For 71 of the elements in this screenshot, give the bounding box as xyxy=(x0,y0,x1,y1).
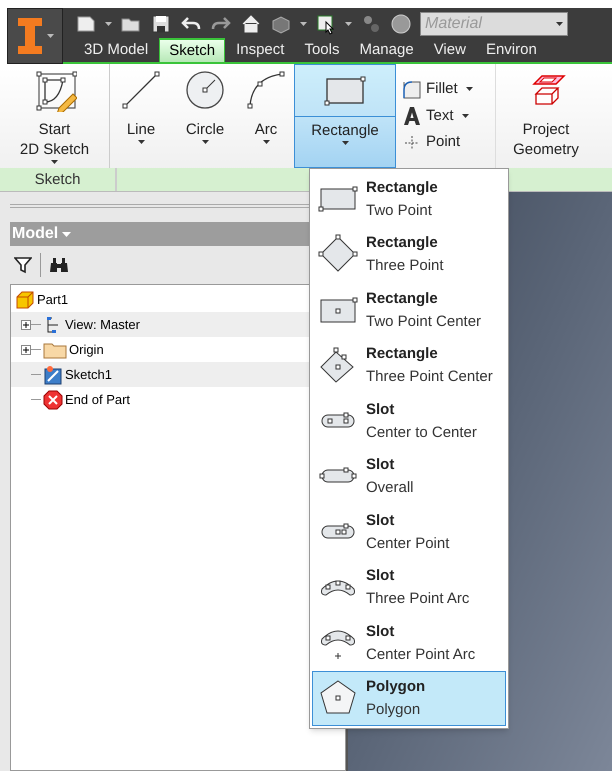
home-icon[interactable] xyxy=(240,13,262,35)
tree-item[interactable]: End of Part xyxy=(65,390,130,410)
ribbon-button[interactable]: Rectangle xyxy=(294,64,396,168)
ribbon-button[interactable]: Line xyxy=(110,64,172,168)
caret-icon xyxy=(62,232,72,236)
expand-icon[interactable] xyxy=(21,344,31,354)
app-menu-button[interactable] xyxy=(7,8,63,64)
binoculars-icon[interactable] xyxy=(49,257,69,273)
menu-item[interactable]: Polygon Polygon xyxy=(312,670,506,726)
menu-item-subtitle: Two Point xyxy=(366,200,433,221)
slot-icon xyxy=(318,467,358,486)
menu-item[interactable]: Rectangle Three Point Center xyxy=(312,338,506,393)
ribbon-tab[interactable]: View xyxy=(424,38,475,62)
ribbon-tab[interactable]: Tools xyxy=(295,38,348,62)
caret-icon xyxy=(105,22,112,26)
tree-item[interactable]: Part1 xyxy=(37,290,68,310)
globe-icon[interactable] xyxy=(390,13,412,35)
menu-item-subtitle: Polygon xyxy=(366,700,422,720)
menu-item[interactable]: Slot Center Point xyxy=(312,504,506,560)
diamond-icon xyxy=(318,234,358,274)
menu-item[interactable]: Rectangle Two Point Center xyxy=(312,282,506,338)
ribbon-button[interactable]: Circle xyxy=(172,64,238,168)
ribbon-tab[interactable]: 3D Model xyxy=(75,38,158,62)
ribbon-tab[interactable]: Manage xyxy=(350,38,423,62)
ribbon-tab[interactable]: Sketch xyxy=(159,38,226,62)
ribbon-button[interactable]: Project Geometry xyxy=(496,64,596,168)
ribbon-tab[interactable]: Environ xyxy=(476,38,546,62)
menu-item-title: Rectangle xyxy=(366,178,438,198)
menu-item-subtitle: Three Point xyxy=(366,256,444,276)
menu-item[interactable]: Slot Center to Center xyxy=(312,393,506,448)
filter-icon[interactable] xyxy=(14,256,32,274)
tree-item[interactable]: Origin xyxy=(69,340,104,360)
menu-item-subtitle: Overall xyxy=(366,478,414,498)
menu-item-subtitle: Two Point Center xyxy=(366,312,482,332)
stop-icon xyxy=(43,390,63,410)
menu-item-subtitle: Three Point Arc xyxy=(366,589,470,610)
menu-item-title: Rectangle xyxy=(366,288,439,309)
tree-item[interactable]: Sketch1 xyxy=(65,364,112,384)
menu-item-title: Slot xyxy=(366,455,396,476)
ribbon-small-button[interactable]: Point xyxy=(402,131,489,154)
ribbon-button[interactable]: Arc xyxy=(238,64,294,168)
caret-icon xyxy=(300,22,307,26)
select-icon[interactable] xyxy=(315,13,337,35)
menu-item-title: Slot xyxy=(366,622,396,642)
sketch-icon xyxy=(43,364,63,384)
tree-item[interactable]: View: Master xyxy=(65,314,140,334)
menu-item-subtitle: Center to Center xyxy=(366,422,477,443)
menu-item-title: Slot xyxy=(366,400,396,420)
menu-item-title: Rectangle xyxy=(366,344,439,364)
menu-item-title: Polygon xyxy=(366,677,426,698)
menu-item[interactable]: Slot Center Point Arc xyxy=(312,615,506,670)
menu-item[interactable]: Slot Overall xyxy=(312,448,506,504)
caret-icon xyxy=(345,22,352,26)
menu-item[interactable]: Slot Three Point Arc xyxy=(312,560,506,615)
fillet-icon xyxy=(402,80,422,100)
cube-icon xyxy=(15,290,35,310)
text-tool-icon xyxy=(402,106,422,126)
ribbon-tab[interactable]: Inspect xyxy=(227,38,294,62)
menu-item-subtitle: Center Point Arc xyxy=(366,644,476,665)
logo-icon xyxy=(16,17,42,55)
menu-item-title: Slot xyxy=(366,510,396,531)
ribbon-small-button[interactable]: Fillet xyxy=(402,78,489,101)
menu-item-title: Rectangle xyxy=(366,233,439,254)
ribbon-small-button[interactable]: Text xyxy=(402,104,489,128)
menu-item-title: Slot xyxy=(366,566,396,586)
caret-icon xyxy=(556,22,563,26)
caret-icon xyxy=(46,34,54,38)
menu-item-subtitle: Center Point xyxy=(366,534,450,554)
save-icon[interactable] xyxy=(150,13,172,35)
menu-item-subtitle: Three Point Center xyxy=(366,367,493,388)
expand-icon[interactable] xyxy=(21,320,31,330)
